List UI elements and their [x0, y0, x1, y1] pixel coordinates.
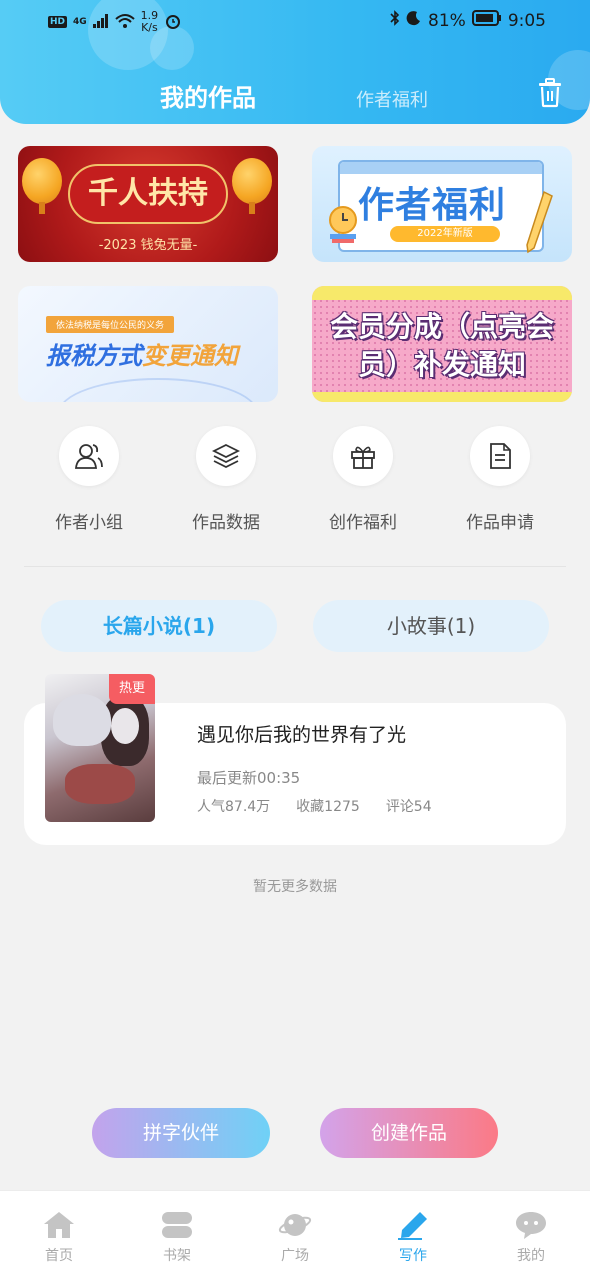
word-partner-button[interactable]: 拼字伙伴: [92, 1108, 270, 1158]
banner-title-part2: 变更通知: [142, 342, 238, 370]
tab-my-works[interactable]: 我的作品: [160, 78, 256, 113]
banner-member-share[interactable]: 会员分成（点亮会 员）补发通知: [312, 286, 572, 402]
divider: [24, 566, 566, 567]
nav-item-write[interactable]: 写作: [354, 1191, 472, 1265]
lantern-decoration: [232, 158, 272, 214]
work-stats: 人气87.4万 收藏1275 评论54: [197, 796, 432, 816]
status-bar: HD 4G 1.9 K/s 81% 9:05: [0, 0, 590, 48]
moon-icon: [406, 10, 422, 31]
decor-stripe: [312, 286, 572, 300]
bookshelf-icon: [159, 1207, 195, 1243]
hot-update-badge: 热更: [109, 674, 155, 704]
nav-item-home[interactable]: 首页: [0, 1191, 118, 1265]
banner-small-text: 依法纳税是每位公民的义务: [46, 316, 175, 333]
trash-icon[interactable]: [536, 78, 564, 108]
network-type: 4G: [73, 17, 87, 27]
banner-support[interactable]: 千人扶持 -2023 钱兔无量-: [18, 146, 278, 262]
network-speed: 1.9 K/s: [141, 10, 159, 34]
action-author-group[interactable]: 作者小组: [29, 426, 149, 533]
tab-author-benefits[interactable]: 作者福利: [356, 86, 428, 112]
pencil-decoration-icon: [524, 190, 554, 258]
signal-icon: [92, 13, 109, 31]
nav-label: 广场: [281, 1248, 309, 1264]
banner-title: 作者福利: [358, 185, 507, 226]
pen-icon: [395, 1207, 431, 1243]
work-popularity: 人气87.4万: [197, 799, 271, 815]
nav-item-plaza[interactable]: 广场: [236, 1191, 354, 1265]
gift-icon: [333, 426, 393, 486]
chat-bubble-icon: [513, 1207, 549, 1243]
work-last-update: 最后更新00:35: [197, 769, 301, 787]
nav-item-bookshelf[interactable]: 书架: [118, 1191, 236, 1265]
banner-title-part1: 报税方式: [46, 342, 142, 370]
nav-label: 书架: [163, 1248, 191, 1264]
bluetooth-icon: [390, 10, 400, 31]
battery-percent: 81%: [428, 10, 466, 31]
document-icon: [470, 426, 530, 486]
action-label: 作者小组: [55, 513, 123, 533]
work-comments: 评论54: [385, 799, 432, 815]
nav-label: 写作: [399, 1248, 427, 1264]
banner-author-benefits[interactable]: 作者福利 2022年新版: [312, 146, 572, 262]
create-work-button[interactable]: 创建作品: [320, 1108, 498, 1158]
layers-icon: [196, 426, 256, 486]
lantern-decoration: [22, 158, 62, 214]
action-label: 作品数据: [192, 513, 260, 533]
action-work-data[interactable]: 作品数据: [166, 426, 286, 533]
hd-badge: HD: [48, 16, 68, 28]
banner-title: 千人扶持: [68, 164, 228, 224]
banner-pill: 2022年新版: [390, 226, 500, 242]
tab-long-novel[interactable]: 长篇小说(1): [41, 600, 277, 652]
nav-label: 我的: [517, 1248, 545, 1264]
action-label: 作品申请: [466, 513, 534, 533]
action-creation-benefits[interactable]: 创作福利: [303, 426, 423, 533]
work-title[interactable]: 遇见你后我的世界有了光: [197, 720, 406, 747]
bottom-nav: 首页 书架 广场 写作 我的: [0, 1190, 590, 1280]
banner-subtitle: -2023 钱兔无量-: [98, 238, 198, 253]
banner-line2: 员）补发通知: [357, 348, 526, 381]
decor-stripe: [312, 392, 572, 402]
battery-icon: [471, 10, 502, 31]
tab-short-story[interactable]: 小故事(1): [313, 600, 549, 652]
top-header: HD 4G 1.9 K/s 81% 9:05 我的作品 作者福利: [0, 0, 590, 124]
decor-arc: [58, 378, 258, 402]
clock-time: 9:05: [507, 10, 546, 31]
nav-item-mine[interactable]: 我的: [472, 1191, 590, 1265]
action-label: 创作福利: [329, 513, 397, 533]
alarm-icon: [164, 12, 182, 33]
banner-title: 会员分成（点亮会 员）补发通知: [312, 308, 572, 384]
home-icon: [41, 1207, 77, 1243]
top-tabs: 我的作品 作者福利: [0, 78, 590, 112]
wifi-icon: [115, 13, 135, 32]
work-favorites: 收藏1275: [296, 799, 360, 815]
clock-decoration-icon: [326, 204, 360, 248]
planet-icon: [277, 1207, 313, 1243]
author-group-icon: [59, 426, 119, 486]
banner-tax-notice[interactable]: 依法纳税是每位公民的义务 报税方式变更通知: [18, 286, 278, 402]
banner-title: 报税方式变更通知: [46, 336, 238, 371]
banner-line1: 会员分成（点亮会: [329, 310, 554, 343]
nav-label: 首页: [45, 1248, 73, 1264]
speed-unit: K/s: [141, 21, 158, 34]
no-more-data-text: 暂无更多数据: [253, 879, 337, 895]
action-work-application[interactable]: 作品申请: [440, 426, 560, 533]
